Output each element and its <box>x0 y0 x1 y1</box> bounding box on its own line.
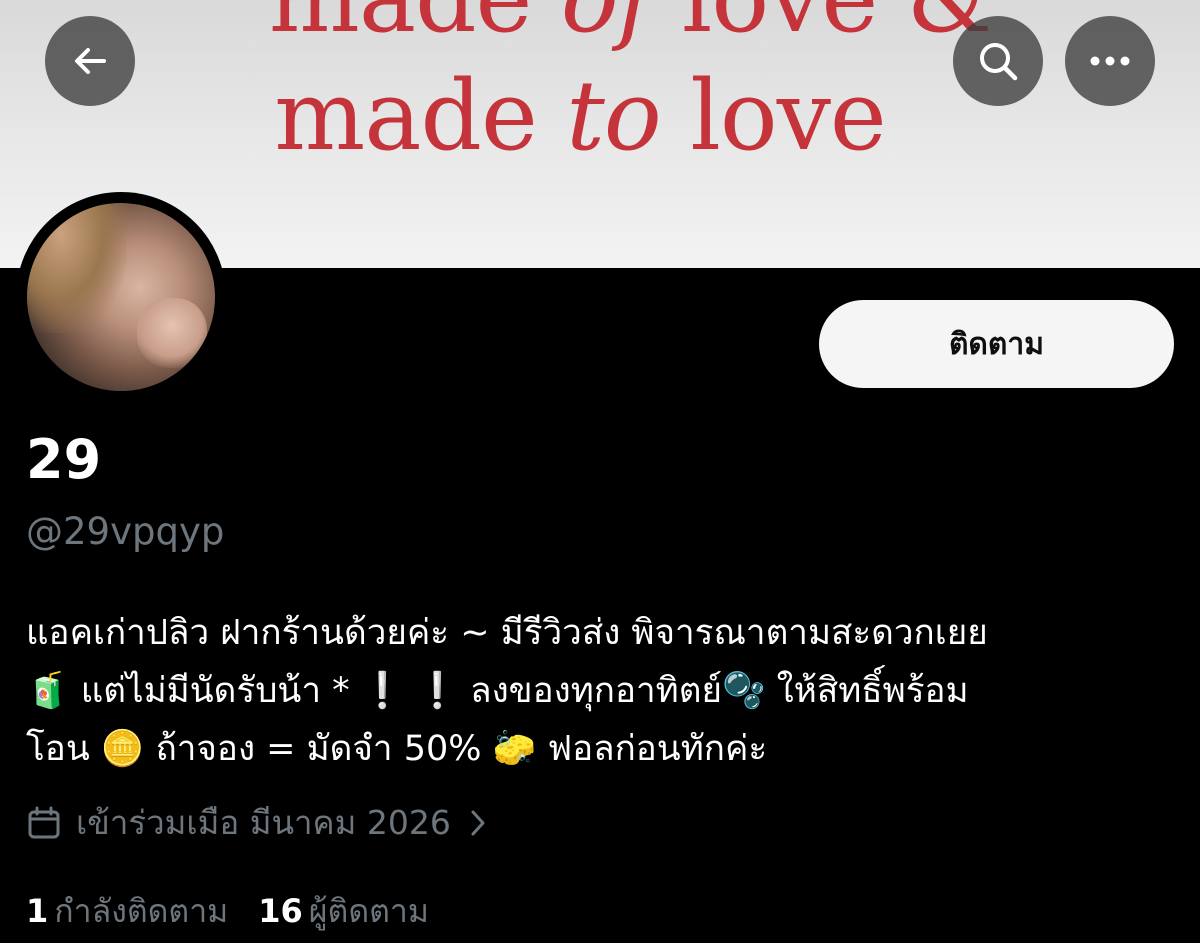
more-options-button[interactable] <box>1065 16 1155 106</box>
bio: แอคเก่าปลิว ฝากร้านด้วยค่ะ ~ มีรีวิวส่ง … <box>26 604 1186 778</box>
bio-line: โอน 🪙 ถ้าจอง = มัดจำ 50% 🧽 ฟอลก่อนทักค่ะ <box>26 729 768 769</box>
calendar-icon <box>26 805 62 841</box>
bio-line: แอคเก่าปลิว ฝากร้านด้วยค่ะ ~ มีรีวิวส่ง … <box>26 613 988 653</box>
search-button[interactable] <box>953 16 1043 106</box>
followers-label: ผู้ติดตาม <box>308 892 429 930</box>
search-icon <box>976 39 1020 83</box>
profile-page: made of love & made to love <box>0 0 1200 943</box>
handle: @29vpqyp <box>26 510 225 553</box>
more-horizontal-icon <box>1088 55 1132 67</box>
following-count: 1 <box>26 892 49 930</box>
joined-date: เข้าร่วมเมือ มีนาคม 2026 <box>76 803 451 842</box>
chevron-right-icon <box>469 808 487 838</box>
bio-line: 🧃 แต่ไม่มีนัดรับน้า * ❕ ❕ ลงของทุกอาทิตย… <box>26 671 969 711</box>
follow-stats: 1 กำลังติดตาม 16 ผู้ติดตาม <box>26 888 459 934</box>
joined-date-row[interactable]: เข้าร่วมเมือ มีนาคม 2026 <box>26 800 487 846</box>
display-name: 29 <box>26 428 102 491</box>
avatar-photo <box>27 203 215 391</box>
back-button[interactable] <box>45 16 135 106</box>
following-stat[interactable]: 1 กำลังติดตาม <box>26 888 228 934</box>
followers-count: 16 <box>258 892 303 930</box>
followers-stat[interactable]: 16 ผู้ติดตาม <box>258 888 429 934</box>
arrow-left-icon <box>70 41 110 81</box>
following-label: กำลังติดตาม <box>54 892 229 930</box>
follow-button[interactable]: ติดตาม <box>819 300 1174 388</box>
avatar[interactable] <box>16 192 226 402</box>
